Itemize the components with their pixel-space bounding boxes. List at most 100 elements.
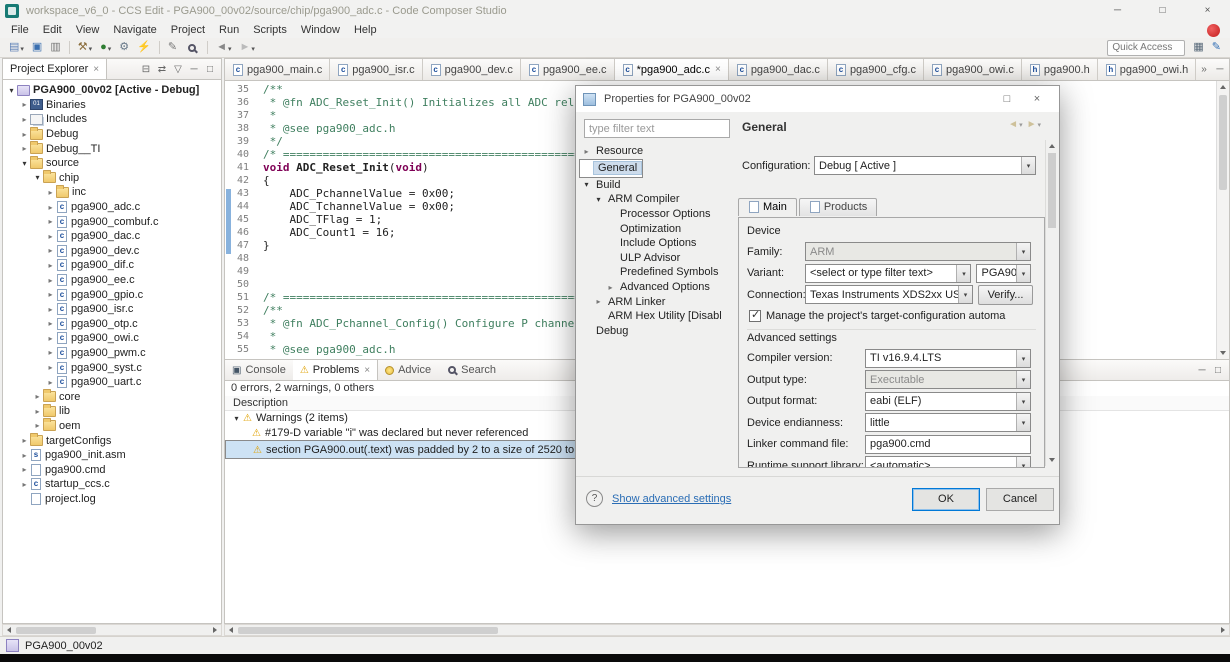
menu-navigate[interactable]: Navigate [106,23,163,37]
tree-item-targetconfigs[interactable]: targetConfigs [3,433,221,448]
collapse-arrow-icon[interactable] [231,414,242,423]
tree-item-pga900-combuf-c[interactable]: cpga900_combuf.c [3,214,221,229]
tree-item-pga900-isr-c[interactable]: cpga900_isr.c [3,302,221,317]
expand-arrow-icon[interactable] [45,246,56,255]
scroll-down-icon[interactable] [1046,454,1058,466]
expand-arrow-icon[interactable] [19,480,30,489]
properties-item-advanced-options[interactable]: Advanced Options [579,280,731,295]
properties-item-general[interactable]: General [579,159,643,178]
expand-arrow-icon[interactable] [32,421,43,430]
editor-tab-pga900-ee-c[interactable]: cpga900_ee.c [521,59,615,80]
properties-item-build[interactable]: Build [579,178,731,193]
expand-arrow-icon[interactable] [19,465,30,474]
collapse-arrow-icon[interactable] [581,180,592,189]
expand-arrow-icon[interactable] [45,276,56,285]
close-icon[interactable] [93,64,99,75]
expand-arrow-icon[interactable] [45,348,56,357]
tree-item-pga900-otp-c[interactable]: cpga900_otp.c [3,317,221,332]
tree-item-lib[interactable]: lib [3,404,221,419]
expand-arrow-icon[interactable] [45,319,56,328]
tab-advice[interactable]: Advice [378,360,438,380]
ccs-edit-perspective-icon[interactable]: ✎ [1209,39,1224,56]
expand-arrow-icon[interactable] [45,363,56,372]
menu-help[interactable]: Help [347,23,384,37]
expand-arrow-icon[interactable] [19,115,30,124]
output-format-select[interactable]: eabi (ELF) [865,392,1031,411]
tree-item-pga900-dev-c[interactable]: cpga900_dev.c [3,244,221,259]
tree-item-source[interactable]: source [3,156,221,171]
back-icon[interactable]: ◄ [213,39,234,56]
problem-row[interactable]: section PGA900.out(.text) was padded by … [225,440,595,459]
scroll-up-icon[interactable] [1046,140,1058,152]
quick-access-input[interactable] [1107,40,1185,56]
editor-tab-pga900-dac-c[interactable]: cpga900_dac.c [729,59,828,80]
tree-item-includes[interactable]: Includes [3,112,221,127]
properties-item-predefined-symbols[interactable]: Predefined Symbols [579,265,731,280]
verify-button[interactable]: Verify... [978,285,1033,305]
editor-horizontal-scrollbar[interactable] [224,624,1230,636]
expand-arrow-icon[interactable] [19,451,30,460]
maximize-icon[interactable]: □ [1210,365,1226,376]
editor-tab-pga900-adc-c[interactable]: c*pga900_adc.c [615,59,729,80]
expand-arrow-icon[interactable] [19,144,30,153]
tree-item-pga900-ee-c[interactable]: cpga900_ee.c [3,273,221,288]
properties-item-debug[interactable]: Debug [579,324,731,339]
dialog-vertical-scrollbar[interactable] [1045,140,1058,466]
tree-item-pga900-dif-c[interactable]: cpga900_dif.c [3,258,221,273]
cancel-button[interactable]: Cancel [986,488,1054,511]
expand-arrow-icon[interactable] [45,290,56,299]
properties-item-arm-linker[interactable]: ARM Linker [579,294,731,309]
expand-arrow-icon[interactable] [45,261,56,270]
tree-item-chip[interactable]: chip [3,171,221,186]
expand-arrow-icon[interactable] [45,378,56,387]
collapse-arrow-icon[interactable] [593,195,604,204]
expand-arrow-icon[interactable] [593,297,604,306]
editor-tab-pga900-h[interactable]: hpga900.h [1022,59,1098,80]
tab-overflow-icon[interactable]: » [1196,59,1212,80]
search-icon[interactable] [182,39,202,56]
maximize-icon[interactable]: □ [1228,64,1229,75]
forward-icon[interactable]: ► [1027,119,1041,130]
scrollbar-thumb[interactable] [1048,153,1056,228]
editor-tab-pga900-dev-c[interactable]: cpga900_dev.c [423,59,521,80]
menu-scripts[interactable]: Scripts [246,23,294,37]
close-icon[interactable] [715,64,721,75]
debug-icon[interactable]: ● [97,39,114,56]
target-config-icon[interactable]: ⚙ [116,39,132,56]
editor-vertical-scrollbar[interactable] [1216,81,1229,359]
tab-products[interactable]: Products [799,198,877,216]
properties-item-resource[interactable]: Resource [579,144,731,159]
forward-icon[interactable]: ► [237,39,258,56]
tree-item-pga900-uart-c[interactable]: cpga900_uart.c [3,375,221,390]
properties-filter-input[interactable] [584,119,730,138]
expand-arrow-icon[interactable] [32,392,43,401]
expand-arrow-icon[interactable] [45,203,56,212]
minimize-icon[interactable]: ─ [1095,0,1140,22]
tree-item-pga900-owi-c[interactable]: cpga900_owi.c [3,331,221,346]
tree-item-core[interactable]: core [3,389,221,404]
collapse-arrow-icon[interactable] [6,86,17,95]
scroll-down-icon[interactable] [1217,347,1229,359]
editor-tab-pga900-owi-c[interactable]: cpga900_owi.c [924,59,1022,80]
explorer-horizontal-scrollbar[interactable] [2,624,222,636]
minimize-icon[interactable]: ─ [1212,64,1228,75]
collapse-arrow-icon[interactable] [19,159,30,168]
menu-window[interactable]: Window [294,23,347,37]
tree-item-oem[interactable]: oem [3,419,221,434]
print-icon[interactable]: ▥ [47,39,63,56]
properties-item-include-options[interactable]: Include Options [579,236,731,251]
tree-item-pga900-gpio-c[interactable]: cpga900_gpio.c [3,287,221,302]
expand-arrow-icon[interactable] [45,232,56,241]
project-tree[interactable]: PGA900_00v02 [Active - Debug]01BinariesI… [3,80,221,623]
tree-item-pga900-pwm-c[interactable]: cpga900_pwm.c [3,346,221,361]
close-icon[interactable]: × [1185,0,1230,22]
save-icon[interactable]: ▣ [29,39,45,56]
tree-item-pga900-adc-c[interactable]: cpga900_adc.c [3,200,221,215]
minimize-icon[interactable]: ─ [186,64,202,75]
expand-arrow-icon[interactable] [32,407,43,416]
editor-tab-pga900-cfg-c[interactable]: cpga900_cfg.c [828,59,924,80]
properties-item-optimization[interactable]: Optimization [579,221,731,236]
properties-item-ulp-advisor[interactable]: ULP Advisor [579,251,731,266]
tree-item-binaries[interactable]: 01Binaries [3,98,221,113]
tree-item-inc[interactable]: inc [3,185,221,200]
